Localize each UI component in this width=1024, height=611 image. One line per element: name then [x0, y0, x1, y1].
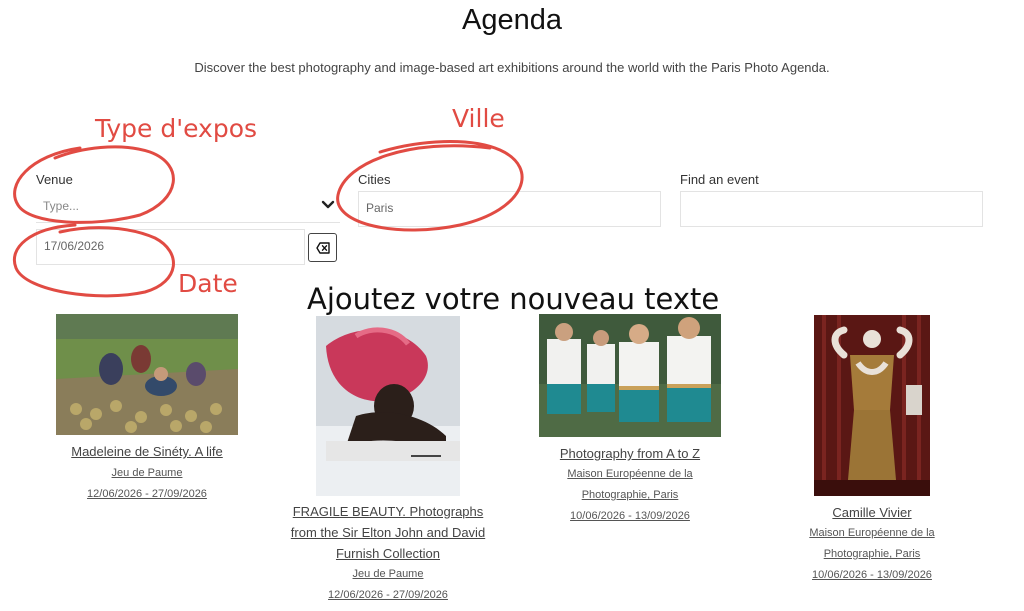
event-image[interactable] — [539, 314, 721, 437]
event-card[interactable]: Camille Vivier Maison Européenne de la P… — [772, 502, 972, 586]
event-image[interactable] — [316, 316, 460, 496]
event-venue-line[interactable]: Maison Européenne de la — [772, 523, 972, 544]
event-dates: 12/06/2026 - 27/09/2026 — [87, 488, 207, 500]
event-venue-line[interactable]: Photographie, Paris — [772, 544, 972, 565]
venue-circle — [13, 145, 175, 224]
event-venue-line[interactable]: Maison Européenne de la — [530, 464, 730, 485]
event-card[interactable]: Madeleine de Sinéty. A life Jeu de Paume… — [40, 441, 254, 505]
event-image[interactable] — [56, 314, 238, 435]
event-title[interactable]: Camille Vivier — [772, 502, 972, 523]
event-title[interactable]: Photography from A to Z — [530, 443, 730, 464]
event-image[interactable] — [814, 315, 930, 496]
event-title-line[interactable]: from the Sir Elton John and David — [273, 522, 503, 543]
event-venue-line[interactable]: Photographie, Paris — [530, 485, 730, 506]
date-circle — [12, 223, 175, 298]
event-title[interactable]: Madeleine de Sinéty. A life — [40, 441, 254, 462]
event-venue[interactable]: Jeu de Paume — [40, 463, 254, 484]
event-title-line[interactable]: Furnish Collection — [273, 543, 503, 564]
annotation-date: Date — [178, 269, 238, 298]
overlay-text: Ajoutez votre nouveau texte — [307, 282, 720, 316]
annotation-ville: Ville — [452, 104, 505, 133]
cities-circle — [336, 140, 524, 232]
event-title-line[interactable]: FRAGILE BEAUTY. Photographs — [273, 501, 503, 522]
event-card[interactable]: Photography from A to Z Maison Européenn… — [530, 443, 730, 527]
event-dates: 12/06/2026 - 27/09/2026 — [328, 589, 448, 601]
event-dates: 10/06/2026 - 13/09/2026 — [570, 510, 690, 522]
event-dates: 10/06/2026 - 13/09/2026 — [812, 569, 932, 581]
annotation-type: Type d'expos — [95, 114, 258, 143]
event-card[interactable]: FRAGILE BEAUTY. Photographs from the Sir… — [273, 501, 503, 606]
event-venue[interactable]: Jeu de Paume — [273, 564, 503, 585]
